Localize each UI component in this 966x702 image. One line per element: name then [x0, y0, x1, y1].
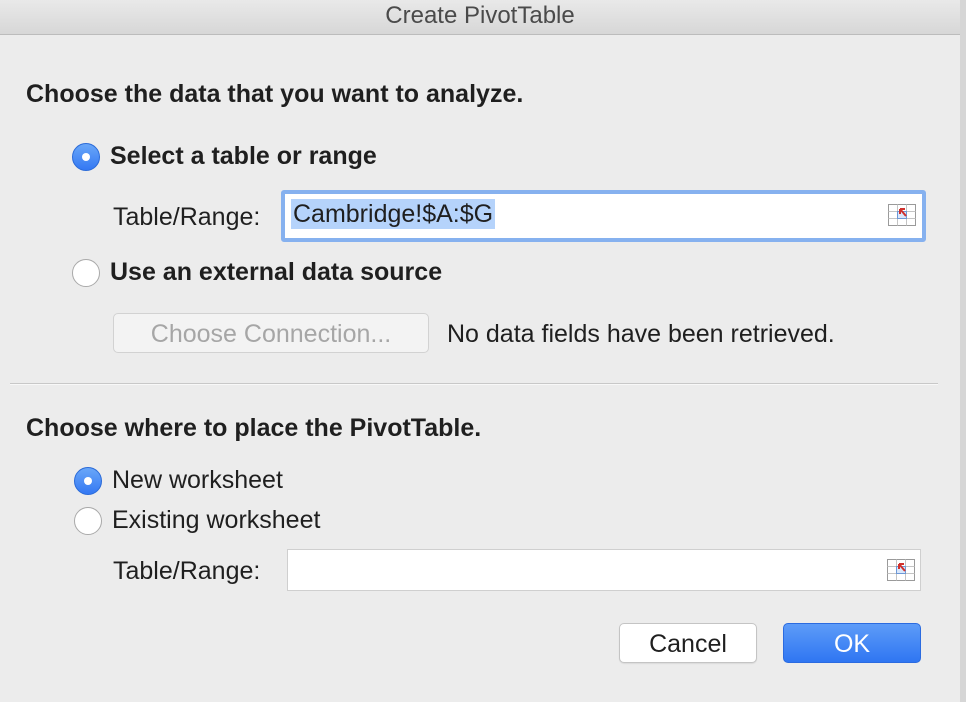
radio-select-table-range[interactable]: Select a table or range: [72, 142, 377, 171]
no-data-fields-message: No data fields have been retrieved.: [447, 320, 835, 348]
radio-selected-icon[interactable]: [72, 142, 100, 171]
radio-external-data-source[interactable]: Use an external data source: [72, 258, 442, 287]
radio-label-new-worksheet: New worksheet: [112, 466, 283, 494]
radio-existing-worksheet[interactable]: Existing worksheet: [74, 506, 320, 535]
radio-label-external-data-source: Use an external data source: [110, 258, 443, 286]
table-range-input[interactable]: Cambridge!$A:$G: [281, 190, 926, 242]
destination-section-heading: Choose where to place the PivotTable.: [26, 414, 482, 442]
section-divider: [10, 383, 938, 385]
create-pivottable-dialog: Create PivotTable Choose the data that y…: [0, 0, 961, 702]
cancel-button[interactable]: Cancel: [619, 623, 757, 663]
window-edge: [960, 0, 966, 702]
radio-label-existing-worksheet: Existing worksheet: [112, 506, 321, 534]
table-range-label: Table/Range:: [113, 203, 261, 231]
ok-button[interactable]: OK: [783, 623, 921, 663]
radio-selected-icon[interactable]: [74, 466, 102, 495]
destination-table-range-input[interactable]: [287, 549, 921, 591]
dialog-title: Create PivotTable: [0, 0, 960, 35]
destination-table-range-label: Table/Range:: [113, 557, 261, 585]
range-picker-icon[interactable]: [888, 204, 916, 226]
radio-unselected-icon[interactable]: [72, 258, 100, 287]
range-picker-icon[interactable]: [887, 559, 915, 581]
radio-label-select-table-range: Select a table or range: [110, 142, 377, 170]
choose-connection-button[interactable]: Choose Connection...: [113, 313, 429, 353]
radio-new-worksheet[interactable]: New worksheet: [74, 466, 283, 495]
source-section-heading: Choose the data that you want to analyze…: [26, 80, 524, 108]
table-range-value[interactable]: Cambridge!$A:$G: [291, 199, 496, 229]
radio-unselected-icon[interactable]: [74, 506, 102, 535]
